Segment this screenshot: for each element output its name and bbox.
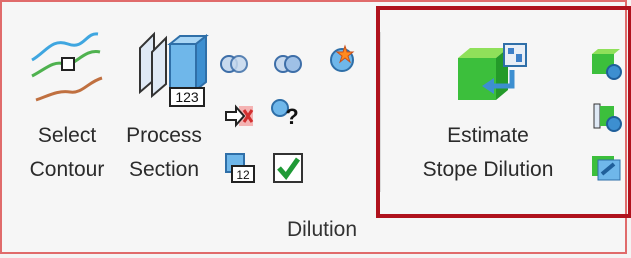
section-number-icon[interactable]: 12 [220, 150, 256, 186]
section-number-badge: 123 [175, 89, 199, 105]
section-12-badge: 12 [236, 168, 250, 182]
arrow-split-icon[interactable] [222, 98, 258, 134]
overlap-rings-icon[interactable] [216, 46, 252, 82]
select-contour-label-1: Select [37, 124, 97, 147]
checkbox-check-icon[interactable] [270, 150, 306, 186]
select-contour-label-2: Contour [29, 158, 105, 181]
ribbon-panel: Select Contour 123 Process Section ? 12 … [0, 0, 631, 254]
intersect-rings-icon[interactable] [270, 46, 306, 82]
spark-sphere-icon[interactable] [324, 40, 360, 76]
process-section-label-2: Section [128, 158, 200, 181]
query-sphere-icon[interactable]: ? [268, 94, 304, 130]
process-section-button[interactable]: 123 Process Section [118, 30, 210, 200]
ribbon-group-label: Dilution [286, 218, 358, 241]
highlight-frame [376, 6, 631, 218]
process-section-label-1: Process [126, 124, 202, 147]
contour-select-icon [31, 32, 103, 102]
process-section-icon: 123 [139, 31, 209, 107]
question-mark-glyph: ? [285, 104, 298, 129]
select-contour-button[interactable]: Select Contour [14, 30, 120, 200]
